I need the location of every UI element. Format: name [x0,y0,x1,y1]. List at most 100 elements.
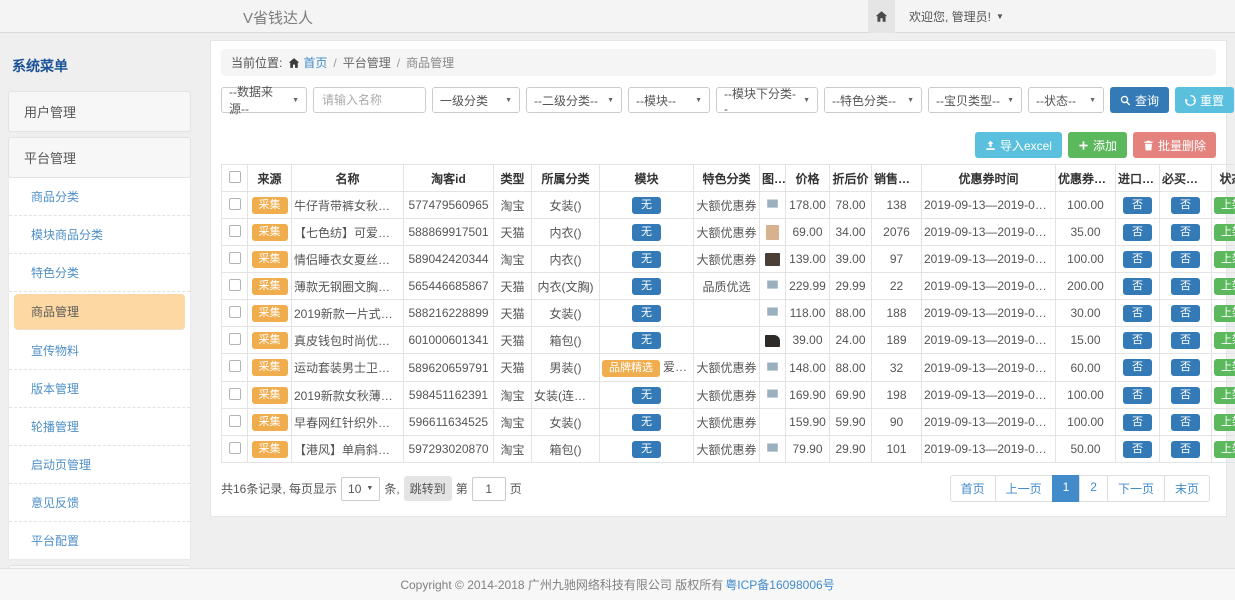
row-checkbox[interactable] [229,225,241,237]
import-select-toggle[interactable]: 否 [1123,251,1152,268]
table-row: 采集2019新款女秋薄款...598451162391淘宝女装(连衣裙)无大额优… [222,382,1235,409]
import-select-toggle[interactable]: 否 [1123,305,1152,322]
cell-price: 229.99 [786,273,830,300]
status-badge[interactable]: 上架 [1214,224,1235,241]
status-badge[interactable]: 上架 [1214,251,1235,268]
row-checkbox[interactable] [229,333,241,345]
page-number-input[interactable] [472,477,506,501]
status-badge[interactable]: 上架 [1214,197,1235,214]
sidebar-subitem-轮播管理[interactable]: 轮播管理 [9,408,190,446]
row-checkbox[interactable] [229,388,241,400]
row-checkbox[interactable] [229,442,241,454]
status-badge[interactable]: 上架 [1214,441,1235,458]
home-button[interactable] [868,0,895,33]
must-buy-toggle[interactable]: 否 [1171,414,1200,431]
status-badge[interactable]: 上架 [1214,305,1235,322]
row-checkbox[interactable] [229,360,241,372]
must-buy-toggle[interactable]: 否 [1171,332,1200,349]
pagination-summary: 共16条记录, 每页显示 10 ▼ 条, 跳转到 第 页 [221,476,522,501]
sidebar-subitem-版本管理[interactable]: 版本管理 [9,370,190,408]
import-select-toggle[interactable]: 否 [1123,441,1152,458]
sidebar-subitem-平台配置[interactable]: 平台配置 [9,522,190,559]
must-buy-toggle[interactable]: 否 [1171,359,1200,376]
breadcrumb-home-link[interactable]: 首页 [288,54,327,71]
row-checkbox[interactable] [229,198,241,210]
breadcrumb-item[interactable]: 平台管理 [343,54,391,71]
row-checkbox[interactable] [229,415,241,427]
import-select-toggle[interactable]: 否 [1123,414,1152,431]
sidebar-item-用户管理[interactable]: 用户管理 [8,91,191,132]
page-button-下一页[interactable]: 下一页 [1107,475,1165,502]
icp-link[interactable]: 粤ICP备16098006号 [725,576,834,593]
must-buy-toggle[interactable]: 否 [1171,251,1200,268]
import-select-toggle[interactable]: 否 [1123,359,1152,376]
level2-category-select[interactable]: --二级分类--▼ [526,87,622,113]
status-badge[interactable]: 上架 [1214,332,1235,349]
import-select-toggle[interactable]: 否 [1123,224,1152,241]
sidebar-subitem-宣传物料[interactable]: 宣传物料 [9,332,190,370]
item-type-select[interactable]: --宝贝类型--▼ [928,87,1022,113]
per-page-select[interactable]: 10 ▼ [341,477,380,501]
module-select[interactable]: --模块--▼ [628,87,710,113]
level2-category-select-value: --二级分类-- [534,92,598,109]
import-select-toggle[interactable]: 否 [1123,332,1152,349]
page-button-1[interactable]: 1 [1052,475,1081,502]
import-excel-button[interactable]: 导入excel [975,132,1062,158]
sidebar-item-平台管理[interactable]: 平台管理 [8,137,191,178]
status-badge[interactable]: 上架 [1214,359,1235,376]
must-buy-toggle[interactable]: 否 [1171,278,1200,295]
select-all-checkbox[interactable] [229,171,241,183]
cell-status: 上架 [1212,273,1235,300]
status-badge[interactable]: 上架 [1214,278,1235,295]
column-header-必买清单: 必买清单 [1160,165,1212,192]
sidebar-subitem-模块商品分类[interactable]: 模块商品分类 [9,216,190,254]
page-button-上一页[interactable]: 上一页 [995,475,1053,502]
table-row: 采集【七色纺】可爱纯棉家...588869917501天猫内衣()无大额优惠券6… [222,219,1235,246]
row-checkbox[interactable] [229,279,241,291]
cell-must-buy: 否 [1160,219,1212,246]
must-buy-toggle[interactable]: 否 [1171,387,1200,404]
level1-category-select[interactable]: 一级分类▼ [432,87,520,113]
feature-category-select[interactable]: --特色分类--▼ [824,87,922,113]
name-search-input[interactable] [313,87,426,113]
cell-type: 天猫 [494,219,532,246]
search-button[interactable]: 查询 [1110,87,1169,113]
data-source-select[interactable]: --数据来源--▼ [221,87,307,113]
module-subcategory-select[interactable]: --模块下分类--▼ [716,87,818,113]
cell-icon [760,219,786,246]
must-buy-toggle[interactable]: 否 [1171,305,1200,322]
sidebar-subitem-特色分类[interactable]: 特色分类 [9,254,190,292]
cell-price: 139.00 [786,246,830,273]
must-buy-toggle[interactable]: 否 [1171,224,1200,241]
sidebar-subitem-启动页管理[interactable]: 启动页管理 [9,446,190,484]
row-checkbox[interactable] [229,306,241,318]
import-select-toggle[interactable]: 否 [1123,278,1152,295]
must-buy-toggle[interactable]: 否 [1171,197,1200,214]
import-select-toggle[interactable]: 否 [1123,197,1152,214]
sidebar-subitem-商品管理[interactable]: 商品管理 [14,294,185,330]
import-select-toggle[interactable]: 否 [1123,387,1152,404]
batch-delete-button[interactable]: 批量删除 [1133,132,1216,158]
jump-to-button[interactable]: 跳转到 [404,476,452,501]
status-badge[interactable]: 上架 [1214,414,1235,431]
image-placeholder-icon [765,441,780,454]
reset-button[interactable]: 重置 [1175,87,1234,113]
page-button-末页[interactable]: 末页 [1164,475,1210,502]
module-badge: 无 [632,251,661,268]
must-buy-toggle[interactable]: 否 [1171,441,1200,458]
status-select[interactable]: --状态--▼ [1028,87,1104,113]
sidebar-subitem-商品分类[interactable]: 商品分类 [9,178,190,216]
status-badge[interactable]: 上架 [1214,387,1235,404]
cell-must-buy: 否 [1160,300,1212,327]
row-checkbox[interactable] [229,252,241,264]
add-button[interactable]: 添加 [1068,132,1127,158]
user-menu[interactable]: 欢迎您, 管理员! ▼ [909,8,1004,25]
cell-module: 无 [600,382,694,409]
page-button-2[interactable]: 2 [1079,475,1108,502]
page-button-首页[interactable]: 首页 [950,475,996,502]
cell-taoke-id: 589620659791 [404,354,494,382]
caret-down-icon: ▼ [292,97,299,104]
cell-name: 早春网红针织外套女春... [292,409,404,436]
sidebar-subitem-意见反馈[interactable]: 意见反馈 [9,484,190,522]
cell-status: 上架 [1212,327,1235,354]
